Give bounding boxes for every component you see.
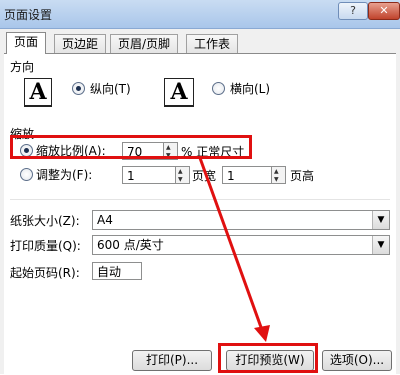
annotation-arrow xyxy=(198,157,270,342)
tab-page[interactable]: 页面 xyxy=(6,32,47,54)
arrow-shaft xyxy=(198,157,264,331)
arrow-head-icon xyxy=(254,325,270,342)
